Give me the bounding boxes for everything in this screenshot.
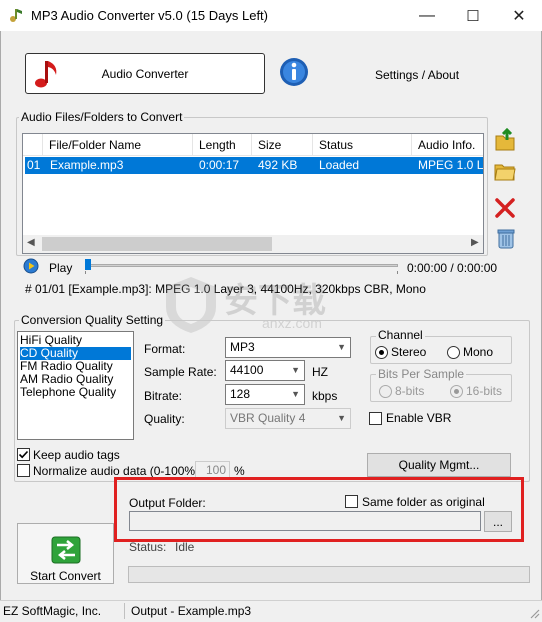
radio-dot: [379, 350, 384, 355]
status-label: Status:: [129, 540, 167, 554]
normalize-unit: %: [234, 464, 245, 478]
stereo-radio[interactable]: [375, 346, 388, 359]
minimize-button[interactable]: —: [404, 0, 450, 31]
sample-rate-value: 44100: [230, 363, 264, 377]
scroll-thumb[interactable]: [42, 237, 272, 251]
app-icon: [8, 7, 24, 23]
chevron-down-icon: ▼: [337, 413, 346, 423]
start-convert-label: Start Convert: [30, 569, 101, 583]
list-item[interactable]: Telephone Quality: [20, 386, 131, 399]
normalize-checkbox[interactable]: [17, 464, 30, 477]
column-status[interactable]: Status: [313, 134, 412, 156]
quality-preset-list[interactable]: HiFi Quality CD Quality FM Radio Quality…: [17, 331, 134, 440]
sample-rate-select[interactable]: 44100 ▼: [225, 360, 305, 381]
scroll-left-arrow[interactable]: ◀: [27, 237, 35, 248]
audio-converter-tab[interactable]: Audio Converter: [25, 53, 265, 94]
bitrate-unit: kbps: [312, 389, 338, 403]
company-name: EZ SoftMagic, Inc.: [3, 604, 102, 618]
progress-bar: [128, 566, 530, 583]
remove-icon[interactable]: [494, 197, 516, 219]
radio-dot: [454, 389, 459, 394]
quality-mgmt-label: Quality Mgmt...: [398, 458, 480, 472]
scroll-right-arrow[interactable]: ▶: [471, 237, 479, 248]
quality-mgmt-button[interactable]: Quality Mgmt...: [367, 453, 511, 477]
player-time: 0:00:00 / 0:00:00: [407, 261, 498, 275]
files-list[interactable]: File/Folder Name Length Size Status Audi…: [22, 133, 484, 254]
channel-group-label: Channel: [376, 328, 425, 342]
row-status: Loaded: [313, 157, 412, 174]
output-highlight: [114, 477, 524, 542]
bitrate-value: 128: [230, 387, 251, 401]
row-length: 0:00:17: [193, 157, 252, 174]
add-folder-icon[interactable]: [494, 160, 516, 182]
format-select[interactable]: MP3 ▼: [225, 337, 351, 358]
column-info[interactable]: Audio Info.: [412, 134, 483, 156]
table-row[interactable]: 01 Example.mp3 0:00:17 492 KB Loaded MPE…: [23, 157, 483, 174]
convert-icon: [51, 536, 81, 564]
resize-grip-icon[interactable]: [528, 607, 540, 619]
sample-rate-unit: HZ: [312, 365, 328, 379]
normalize-label: Normalize audio data (0-100%):: [33, 464, 203, 478]
stereo-label: Stereo: [391, 345, 427, 359]
add-files-icon[interactable]: [494, 127, 516, 152]
close-button[interactable]: ✕: [496, 0, 542, 31]
bits16-label: 16-bits: [466, 384, 503, 398]
recycle-bin-icon[interactable]: [496, 228, 516, 250]
maximize-button[interactable]: ☐: [450, 0, 496, 31]
bps-group-label: Bits Per Sample: [376, 367, 467, 381]
horizontal-scrollbar[interactable]: ◀ ▶: [23, 235, 483, 253]
mono-label: Mono: [463, 345, 494, 359]
row-info: MPEG 1.0 Layer 3: [412, 157, 483, 174]
chevron-down-icon: ▼: [337, 342, 346, 352]
column-length[interactable]: Length: [193, 134, 252, 156]
checkmark-icon: [18, 450, 29, 459]
bitrate-select[interactable]: 128 ▼: [225, 384, 305, 405]
sample-rate-label: Sample Rate:: [144, 365, 217, 379]
keep-tags-checkbox[interactable]: [17, 448, 30, 461]
files-header: File/Folder Name Length Size Status Audi…: [23, 134, 483, 156]
column-size[interactable]: Size: [252, 134, 313, 156]
start-convert-button[interactable]: Start Convert: [17, 523, 114, 584]
format-value: MP3: [230, 340, 255, 354]
play-icon[interactable]: [23, 258, 39, 274]
vbr-quality-value: VBR Quality 4: [230, 411, 306, 425]
format-label: Format:: [144, 342, 186, 356]
enable-vbr-checkbox[interactable]: [369, 412, 382, 425]
row-index: 01: [25, 157, 44, 174]
status-value: Idle: [175, 540, 195, 554]
files-group-label: Audio Files/Folders to Convert: [19, 110, 185, 124]
play-button[interactable]: Play: [49, 261, 72, 275]
info-icon[interactable]: [278, 56, 310, 88]
mono-radio[interactable]: [447, 346, 460, 359]
status-separator: [124, 603, 125, 619]
audio-converter-label: Audio Converter: [101, 67, 189, 81]
chevron-down-icon: ▼: [291, 365, 300, 375]
enable-vbr-label: Enable VBR: [386, 411, 452, 425]
column-name[interactable]: File/Folder Name: [43, 134, 193, 156]
vbr-quality-select[interactable]: VBR Quality 4 ▼: [225, 408, 351, 429]
row-size: 492 KB: [252, 157, 313, 174]
quality-label: Quality:: [144, 412, 185, 426]
seek-thumb[interactable]: [85, 259, 91, 270]
status-bar: EZ SoftMagic, Inc. Output - Example.mp3: [0, 600, 542, 620]
output-file-text: Output - Example.mp3: [131, 604, 252, 618]
chevron-down-icon: ▼: [291, 389, 300, 399]
column-index[interactable]: [23, 134, 43, 156]
keep-tags-label: Keep audio tags: [33, 448, 120, 462]
window-title: MP3 Audio Converter v5.0 (15 Days Left): [31, 8, 269, 23]
bitrate-label: Bitrate:: [144, 389, 183, 403]
seek-track: [85, 264, 398, 267]
settings-about-tab[interactable]: Settings / About: [375, 68, 459, 82]
bits8-label: 8-bits: [395, 384, 425, 398]
quality-group-label: Conversion Quality Setting: [19, 313, 166, 327]
bits8-radio[interactable]: [379, 385, 392, 398]
row-name: Example.mp3: [44, 157, 193, 174]
bits16-radio[interactable]: [450, 385, 463, 398]
